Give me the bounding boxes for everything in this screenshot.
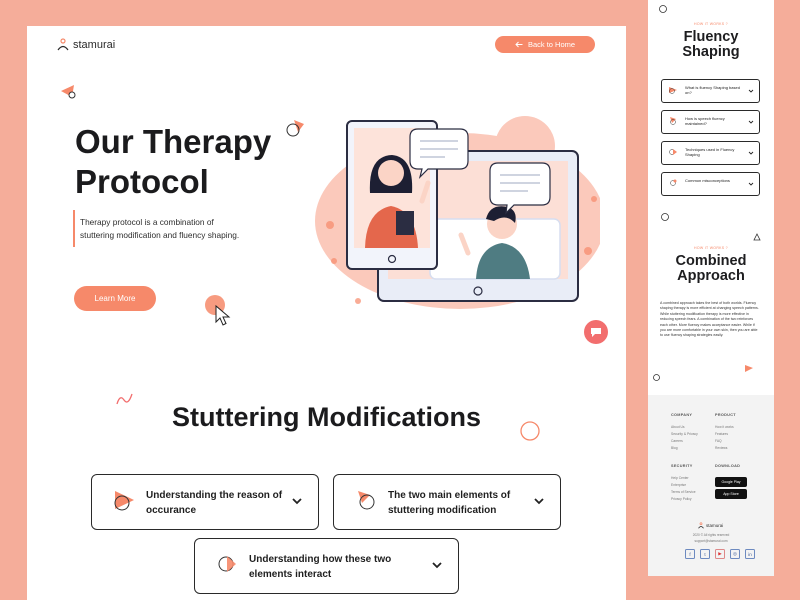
youtube-icon[interactable]: ▶ [715,549,725,559]
ring-shape-icon [669,149,677,155]
ring-decoration [653,374,660,381]
fluency-accordion-item[interactable]: How is speech fluency maintained? [661,110,760,134]
footer-logo[interactable]: stamurai [698,522,723,529]
stamurai-logo-icon [698,522,704,529]
fluency-accordion-label: Techniques used in Fluency Shaping [685,147,735,157]
accordion-label: The two main elements of stuttering modi… [388,490,511,516]
hero-title: Our Therapy Protocol [75,122,305,202]
footer-link[interactable]: Security & Privacy [671,432,698,436]
fluency-overline: HOW IT WORKS ? [694,22,728,26]
therapy-illustration [315,116,600,309]
facebook-icon[interactable]: f [685,549,695,559]
stamurai-logo-icon [57,38,69,51]
logo-text: stamurai [73,38,116,51]
triangle-shape-icon [669,87,677,94]
fluency-title-line1: Fluency [683,29,739,45]
combined-title: Combined Approach [648,254,774,284]
app-store-badge[interactable]: App Store [715,489,747,499]
footer-download-heading: DOWNLOAD [715,464,741,468]
combined-paragraph: A combined approach takes the best of bo… [660,301,759,338]
accordion-item[interactable]: The two main elements of stuttering modi… [333,474,561,530]
ring-shape-icon [218,556,236,572]
chevron-down-icon [748,151,754,155]
hero-title-line1: Our Therapy [75,123,272,160]
footer: COMPANY About Us Security & Privacy Care… [648,395,774,576]
circle-shape-icon [670,117,676,125]
triangle-decoration [61,85,76,99]
fluency-accordion-item[interactable]: Common misconceptions [661,172,760,196]
back-to-home-label: Back to Home [527,40,576,49]
fluency-accordion-label: How is speech fluency maintained? [685,116,725,126]
arrow-left-icon [515,41,523,48]
footer-email[interactable]: support@stamurai.com [648,539,774,543]
chat-button[interactable] [584,320,608,344]
fluency-accordion-item[interactable]: Techniques used in Fluency Shaping [661,141,760,165]
accordion-item[interactable]: Understanding how these two elements int… [194,538,459,594]
combined-title-line1: Combined [675,253,747,269]
footer-link[interactable]: Enterprise [671,483,686,487]
chevron-down-icon [748,120,754,124]
footer-copyright: 2020 © All rights reserved [692,533,730,537]
stuttering-modifications-title: Stuttering Modifications [172,402,481,432]
mobile-preview: HOW IT WORKS ? Fluency Shaping What is f… [648,0,774,576]
footer-link[interactable]: Terms of Service [671,490,696,494]
chevron-down-icon [292,498,302,505]
footer-link[interactable]: Help Center [671,476,689,480]
accordion-label: Understanding the reason of occurance [146,490,283,516]
ring-decoration [661,213,669,221]
footer-security-heading: SECURITY [671,464,693,468]
footer-link[interactable]: About Us [671,425,685,429]
chevron-down-icon [432,562,442,569]
circle-shape-icon [358,491,375,510]
fluency-accordion-label: Common misconceptions [685,178,730,183]
accordion-item[interactable]: Understanding the reason of occurance [91,474,319,530]
chevron-down-icon [748,182,754,186]
fluency-accordion-item[interactable]: What is fluency Shaping based on? [661,79,760,103]
accordion-label: Understanding how these two elements int… [249,554,392,580]
social-links: f t ▶ ◎ in [685,549,755,559]
linkedin-icon[interactable]: in [745,549,755,559]
chevron-down-icon [534,498,544,505]
footer-link[interactable]: Features [715,432,728,436]
learn-more-button[interactable]: Learn More [74,286,156,311]
footer-link[interactable]: Careers [671,439,683,443]
footer-link[interactable]: Blog [671,446,678,450]
triangle-decoration [745,365,753,372]
triangle-decoration [753,233,761,241]
triangle-shape-icon [114,491,134,511]
footer-company-heading: COMPANY [671,413,693,417]
fluency-accordion-label: What is fluency Shaping based on? [685,85,740,95]
cursor-decoration [205,295,231,326]
footer-link[interactable]: How it works [715,425,734,429]
instagram-icon[interactable]: ◎ [730,549,740,559]
hero-description-block: Therapy protocol is a combination of stu… [73,210,240,247]
footer-product-heading: PRODUCT [715,413,736,417]
hero-description: Therapy protocol is a combination of stu… [80,217,240,240]
chevron-down-icon [748,89,754,93]
footer-link[interactable]: Reviews [715,446,727,450]
ring-decoration [659,5,667,13]
footer-link[interactable]: Privacy Policy [671,497,692,501]
hero-title-line2: Protocol [75,163,209,200]
footer-link[interactable]: FAQ [715,439,722,443]
combined-title-line2: Approach [677,268,745,284]
back-to-home-button[interactable]: Back to Home [495,36,595,53]
logo[interactable]: stamurai [57,38,115,51]
main-page: stamurai Back to Home Our Therapy Protoc… [27,26,626,600]
fluency-title: Fluency Shaping [648,30,774,60]
dot-shape-icon [670,179,677,186]
combined-overline: HOW IT WORKS ? [694,246,728,250]
google-play-badge[interactable]: Google Play [715,477,747,487]
chat-icon [591,327,601,337]
footer-logo-text: stamurai [706,523,724,528]
fluency-title-line2: Shaping [682,44,740,60]
twitter-icon[interactable]: t [700,549,710,559]
